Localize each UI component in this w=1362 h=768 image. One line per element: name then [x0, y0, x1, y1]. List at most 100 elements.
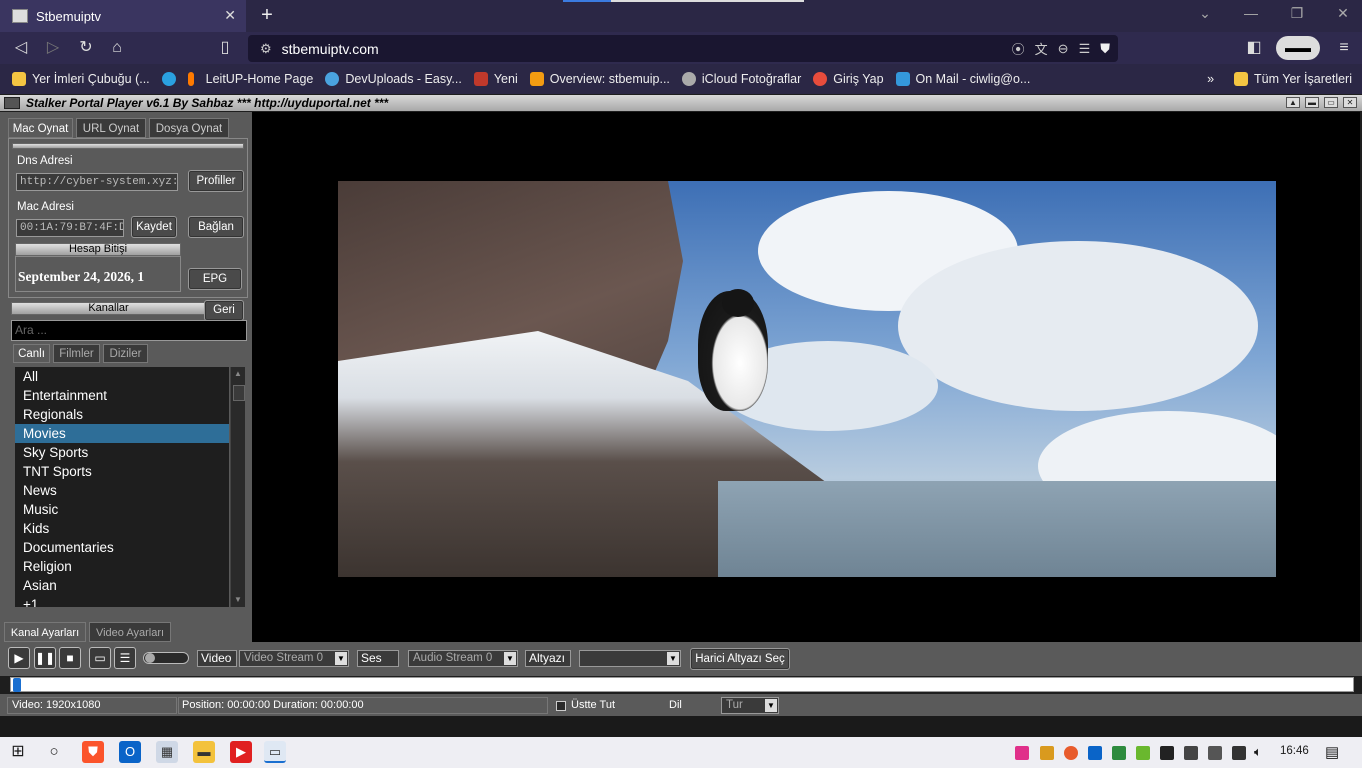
list-item-selected[interactable]: Movies: [15, 424, 229, 443]
scroll-down-arrow-icon[interactable]: ▼: [233, 595, 243, 605]
profiles-button[interactable]: Profiller: [188, 170, 244, 192]
bookmark-item[interactable]: Yer İmleri Çubuğu (...: [12, 72, 150, 86]
tab-video-settings[interactable]: Video Ayarları: [89, 622, 171, 642]
bookmark-item[interactable]: DevUploads - Easy...: [325, 72, 462, 86]
connect-button[interactable]: Bağlan: [188, 216, 244, 238]
restore-icon[interactable]: ❐: [1285, 5, 1309, 22]
app-icon[interactable]: ▦: [156, 741, 178, 763]
menu-icon[interactable]: ≡: [1333, 38, 1355, 58]
list-item[interactable]: Regionals: [15, 405, 229, 424]
tray-browser-icon[interactable]: [1064, 746, 1078, 760]
sidebar-icon[interactable]: ◧: [1243, 38, 1265, 58]
tab-mac-play[interactable]: Mac Oynat: [8, 118, 73, 138]
tray-network-icon[interactable]: [1184, 746, 1198, 760]
list-item[interactable]: Sky Sports: [15, 443, 229, 462]
bookmark-item[interactable]: On Mail - ciwlig@o...: [895, 72, 1030, 86]
scroll-up-icon[interactable]: ▲: [1286, 97, 1300, 108]
bookmark-item[interactable]: [187, 72, 194, 86]
broadcast-icon[interactable]: ⦿: [1012, 39, 1025, 58]
file-explorer-icon[interactable]: ▬: [193, 741, 215, 763]
close-player-icon[interactable]: ✕: [1343, 97, 1357, 108]
video-stream-select[interactable]: Video Stream 0 ▼: [239, 650, 349, 667]
seek-knob[interactable]: [13, 678, 21, 692]
new-tab-button[interactable]: +: [256, 4, 278, 26]
minimize-icon[interactable]: —: [1239, 5, 1263, 21]
reload-icon[interactable]: ↻: [75, 38, 97, 58]
close-window-icon[interactable]: ✕: [1331, 5, 1355, 22]
bookmark-item[interactable]: Yeni: [473, 72, 518, 86]
search-icon[interactable]: ○: [43, 741, 65, 763]
list-item[interactable]: Entertainment: [15, 386, 229, 405]
volume-slider[interactable]: [143, 652, 189, 664]
language-select[interactable]: Tur ▼: [721, 697, 779, 714]
list-scrollbar[interactable]: ▲ ▼: [230, 367, 245, 607]
all-bookmarks[interactable]: Tüm Yer İşaretleri: [1234, 72, 1352, 86]
back-icon[interactable]: ◁: [10, 38, 32, 58]
forward-icon[interactable]: ▷: [42, 38, 64, 58]
brave-shield-icon[interactable]: ⛊: [1100, 41, 1110, 57]
stop-icon[interactable]: ■: [59, 647, 81, 669]
tab-movies[interactable]: Filmler: [53, 344, 100, 363]
tray-wifi-icon[interactable]: [1232, 746, 1246, 760]
bookmark-icon[interactable]: ▯: [214, 38, 236, 58]
tray-security-icon[interactable]: [1112, 746, 1126, 760]
subtitle-select[interactable]: ▼: [579, 650, 681, 667]
tab-channel-settings[interactable]: Kanal Ayarları: [4, 622, 86, 642]
tab-search-icon[interactable]: ⌄: [1193, 5, 1217, 22]
bookmark-item[interactable]: LeitUP-Home Page: [206, 72, 314, 86]
list-item[interactable]: All: [15, 367, 229, 386]
dns-input[interactable]: http://cyber-system.xyz:8080: [16, 173, 178, 191]
list-item[interactable]: +1: [15, 595, 229, 607]
volume-knob[interactable]: [145, 653, 155, 663]
windows-start-icon[interactable]: ⊞: [7, 741, 29, 763]
outlook-icon[interactable]: O: [119, 741, 141, 763]
screen-icon[interactable]: ▭: [89, 647, 111, 669]
audio-stream-select[interactable]: Audio Stream 0 ▼: [408, 650, 518, 667]
bookmark-item[interactable]: Giriş Yap: [813, 72, 884, 86]
list-item[interactable]: TNT Sports: [15, 462, 229, 481]
seek-bar[interactable]: [10, 677, 1354, 692]
zoom-out-icon[interactable]: ⊖: [1058, 41, 1069, 57]
volume-icon[interactable]: 🔈︎: [1254, 744, 1262, 760]
tray-battery-icon[interactable]: [1208, 746, 1222, 760]
browser-tab[interactable]: Stbemuiptv ✕: [0, 0, 246, 32]
tray-outlook-icon[interactable]: [1088, 746, 1102, 760]
notification-icon[interactable]: ▤: [1325, 743, 1339, 761]
scroll-thumb[interactable]: [233, 385, 245, 401]
reader-mode-icon[interactable]: ☰: [1079, 41, 1091, 57]
youtube-icon[interactable]: ▶: [230, 741, 252, 763]
tab-url-play[interactable]: URL Oynat: [76, 118, 146, 138]
site-info-icon[interactable]: ⚙: [260, 41, 272, 57]
tray-shield-icon[interactable]: [1040, 746, 1054, 760]
epg-button[interactable]: EPG: [188, 268, 242, 290]
tray-device-icon[interactable]: [1160, 746, 1174, 760]
tray-icon[interactable]: [1015, 746, 1029, 760]
bookmark-item[interactable]: iCloud Fotoğraflar: [681, 72, 801, 86]
mac-input[interactable]: 00:1A:79:B7:4F:D0: [16, 219, 124, 237]
private-window-icon[interactable]: ▬▬: [1276, 36, 1320, 60]
clock[interactable]: 16:46: [1280, 745, 1309, 757]
list-item[interactable]: Asian: [15, 576, 229, 595]
external-subtitle-button[interactable]: Harici Altyazı Seç: [690, 648, 790, 670]
save-button[interactable]: Kaydet: [131, 216, 177, 238]
tab-file-play[interactable]: Dosya Oynat: [149, 118, 229, 138]
address-bar[interactable]: ⚙ stbemuiptv.com ⦿ 文 ⊖ ☰ ⛊: [248, 35, 1118, 62]
bookmark-item[interactable]: Overview: stbemuip...: [529, 72, 670, 86]
tab-live[interactable]: Canlı: [13, 344, 50, 363]
player-task-icon[interactable]: ▭: [264, 741, 286, 763]
play-icon[interactable]: ▶: [8, 647, 30, 669]
back-button[interactable]: Geri: [204, 300, 244, 321]
pause-icon[interactable]: ❚❚: [34, 647, 56, 669]
list-item[interactable]: Religion: [15, 557, 229, 576]
maximize-player-icon[interactable]: ▭: [1324, 97, 1338, 108]
minimize-player-icon[interactable]: ▬: [1305, 97, 1319, 108]
bookmark-item[interactable]: [161, 72, 176, 86]
brave-icon[interactable]: ⛊: [82, 741, 104, 763]
on-top-checkbox[interactable]: [556, 701, 566, 711]
translate-icon[interactable]: 文: [1035, 39, 1048, 58]
list-item[interactable]: Music: [15, 500, 229, 519]
tray-nvidia-icon[interactable]: [1136, 746, 1150, 760]
scroll-up-arrow-icon[interactable]: ▲: [233, 369, 243, 379]
channel-search-input[interactable]: Ara ...: [11, 320, 247, 341]
bookmarks-overflow[interactable]: »: [1207, 72, 1214, 86]
